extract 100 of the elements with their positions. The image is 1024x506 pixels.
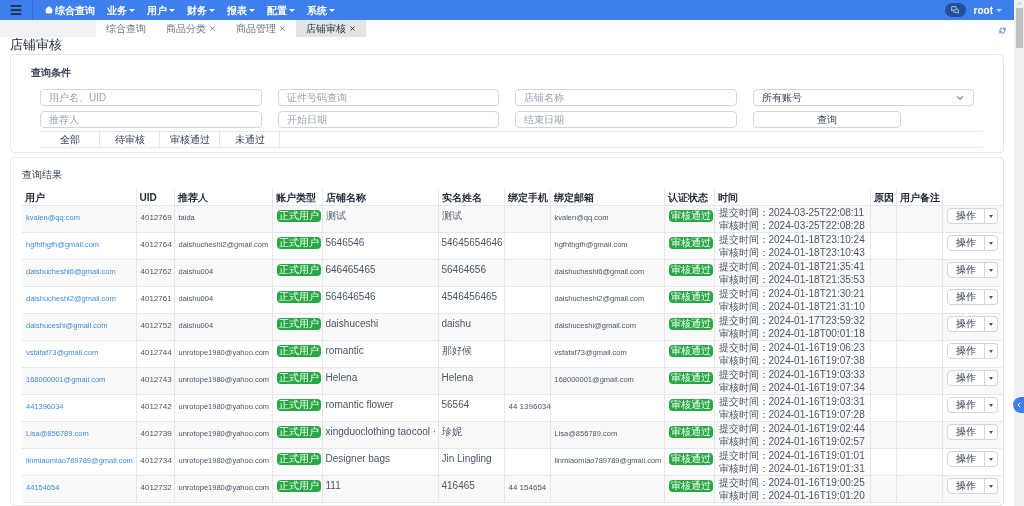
table-cell: 56464656 — [441, 264, 486, 275]
table-cell: 提交时间：2024-01-16T19:03:31 — [718, 395, 866, 408]
status-badge: 审核通过 — [668, 264, 713, 276]
input-field[interactable]: 开始日期 — [277, 111, 499, 128]
account-type-badge: 正式用户 — [276, 399, 321, 411]
account-type-badge: 正式用户 — [276, 264, 321, 276]
table-cell: 提交时间：2024-01-16T19:00:25 — [718, 476, 866, 489]
table-cell: 审核时间：2024-01-18T21:35:53 — [718, 273, 866, 286]
status-badge: 审核通过 — [668, 426, 713, 438]
account-type-badge: 正式用户 — [276, 345, 321, 357]
chat-button[interactable] — [944, 3, 966, 17]
action-button[interactable]: 操作 — [946, 235, 985, 251]
table-cell: 审核时间：2024-01-16T19:01:31 — [718, 462, 866, 475]
table-cell: 提交时间：2024-01-18T21:30:21 — [718, 287, 866, 300]
table-cell: 那好候 — [441, 345, 472, 356]
table-cell: 提交时间：2024-01-16T19:06:23 — [718, 341, 866, 354]
table-cell: 111 — [325, 480, 341, 491]
page-title: 店铺审核 — [10, 37, 62, 53]
account-type-badge: 正式用户 — [276, 372, 321, 384]
table-cell: 564646546 — [325, 291, 376, 302]
side-panel-handle[interactable] — [1013, 397, 1024, 413]
search-button[interactable]: 查询 — [752, 111, 901, 128]
column-header: 账户类型 — [275, 192, 316, 203]
input-field[interactable]: 店铺名称 — [515, 89, 737, 106]
table-cell: xingduoclothing taocool · — [325, 426, 437, 437]
table-cell: Helena — [441, 372, 474, 383]
table-cell: 测试 — [441, 210, 462, 221]
table-cell: 审核时间：2024-01-16T19:07:28 — [718, 408, 866, 421]
table-cell: 4012769 — [140, 213, 172, 222]
column-header: 用户 — [25, 192, 45, 203]
column-header: UID — [139, 192, 157, 203]
status-tab[interactable]: 待审核 — [100, 132, 160, 147]
table-cell: 提交时间：2024-01-18T23:10:24 — [718, 233, 866, 246]
scroll-up-icon[interactable] — [1015, 0, 1023, 7]
close-icon[interactable] — [279, 25, 286, 32]
refresh-icon[interactable] — [999, 27, 1006, 34]
action-button[interactable]: 操作 — [946, 289, 985, 305]
table-cell: daishuceshi — [325, 318, 379, 329]
action-button[interactable]: 操作 — [946, 370, 985, 386]
nav-link[interactable]: 综合查询 — [45, 2, 95, 18]
table-cell: romantic flower — [325, 399, 394, 410]
table-cell: 4012744 — [140, 348, 172, 357]
column-header: 认证状态 — [667, 192, 708, 203]
table-cell: 4012743 — [140, 375, 172, 384]
table-cell: Designer bags — [325, 453, 390, 464]
table-cell: 4012734 — [140, 456, 172, 465]
close-icon[interactable] — [209, 25, 216, 32]
action-button[interactable]: 操作 — [946, 451, 985, 467]
input-field[interactable]: 用户名、UID — [40, 89, 262, 106]
table-cell: 提交时间：2024-01-16T19:01:01 — [718, 449, 866, 462]
table-cell: 审核时间：2024-01-16T19:07:38 — [718, 354, 866, 367]
table-cell: 审核时间：2024-01-16T19:02:57 — [718, 435, 866, 448]
action-button[interactable]: 操作 — [946, 343, 985, 359]
close-icon[interactable] — [349, 25, 356, 32]
status-tab[interactable]: 审核通过 — [160, 132, 220, 147]
column-header: 绑定邮箱 — [553, 192, 594, 203]
table-cell: 646465465 — [325, 264, 376, 275]
scrollbar-thumb[interactable] — [1015, 8, 1023, 48]
scrollbar[interactable] — [1014, 0, 1024, 506]
account-type-badge: 正式用户 — [276, 480, 321, 492]
nav-menu[interactable]: 财务 — [187, 2, 215, 18]
table-cell: 4012739 — [140, 429, 172, 438]
status-badge: 审核通过 — [668, 318, 713, 330]
action-button[interactable]: 操作 — [946, 208, 985, 224]
nav-menu[interactable]: 配置 — [267, 2, 295, 18]
action-button[interactable]: 操作 — [946, 478, 985, 494]
status-tab[interactable]: 全部 — [40, 132, 100, 147]
nav-menu[interactable]: 业务 — [107, 2, 135, 18]
account-type-badge: 正式用户 — [276, 237, 321, 249]
action-button[interactable]: 操作 — [946, 424, 985, 440]
column-header: 时间 — [717, 192, 738, 203]
column-header: 原因 — [873, 192, 894, 203]
input-field[interactable]: 结束日期 — [515, 111, 737, 128]
status-badge: 审核通过 — [668, 345, 713, 357]
action-button[interactable]: 操作 — [946, 316, 985, 332]
user-menu[interactable]: root — [973, 2, 1002, 18]
action-button[interactable]: 操作 — [946, 262, 985, 278]
account-type-badge: 正式用户 — [276, 426, 321, 438]
table-cell: Jin Lingling — [441, 453, 492, 464]
nav-menu[interactable]: 报表 — [227, 2, 255, 18]
nav-menu[interactable]: 系统 — [307, 2, 335, 18]
input-field[interactable]: 证件号码查询 — [277, 89, 499, 106]
table-cell: 审核时间：2024-01-18T23:10:43 — [718, 246, 866, 259]
table-cell: 4012742 — [140, 402, 172, 411]
nav-menu[interactable]: 用户 — [147, 2, 175, 18]
table-cell: 54645654646 — [441, 237, 503, 248]
account-select[interactable]: 所有账号 — [752, 89, 974, 106]
table-cell: 4012752 — [140, 321, 172, 330]
column-header: 推荐人 — [177, 192, 208, 203]
table-cell: 56564 — [441, 399, 470, 410]
account-type-badge: 正式用户 — [276, 453, 321, 465]
action-button[interactable]: 操作 — [946, 397, 985, 413]
input-field[interactable]: 推荐人 — [40, 111, 262, 128]
panel-title: 查询条件 — [31, 67, 71, 79]
table-cell: 审核时间：2024-01-16T19:01:20 — [718, 489, 866, 502]
page-tab[interactable]: 店铺审核 — [296, 20, 366, 37]
column-header: 店铺名称 — [325, 192, 366, 203]
status-tab[interactable]: 未通过 — [220, 132, 280, 147]
table-cell: 4546456465 — [441, 291, 498, 302]
table-cell: 提交时间：2024-01-17T23:59:32 — [718, 314, 866, 327]
